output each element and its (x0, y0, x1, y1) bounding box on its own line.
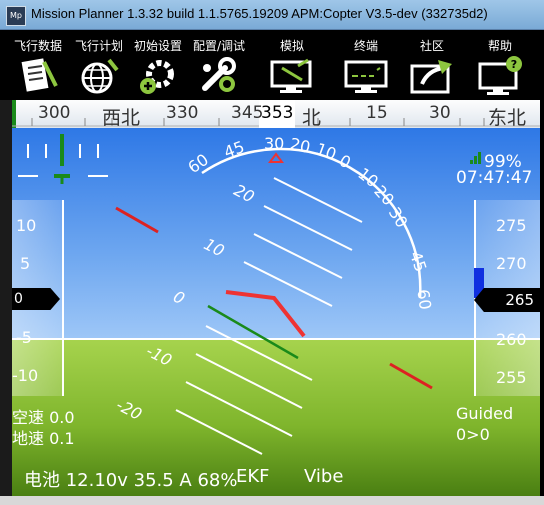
toolbar-flight-data-button[interactable]: 飞行数据 (8, 30, 68, 100)
toolbar-label: 帮助 (487, 39, 512, 53)
roll-label-60-right: 60 (413, 288, 436, 311)
toolbar-label: 初始设置 (133, 39, 182, 53)
flight-data-icon (21, 58, 58, 92)
toolbar-label: 终端 (353, 39, 378, 53)
speed-tape-label-minus-5: -5 (16, 328, 32, 347)
toolbar-terminal-button[interactable]: 终端 (336, 30, 396, 100)
toolbar-label: 飞行计划 (74, 39, 123, 53)
initial-setup-icon (140, 60, 174, 94)
battery-status: 电池 12.10v 35.5 A 68% (24, 470, 238, 491)
altitude-readout: 265 (474, 288, 540, 312)
toolbar-flight-plan-button[interactable]: 飞行计划 (70, 30, 128, 100)
heading-label-15: 15 (366, 103, 388, 123)
toolbar-community-button[interactable]: 社区 (402, 30, 462, 100)
hud-display: 20 10 0 -10 -20 60 45 30 20 10 0 10 20 3… (12, 128, 540, 496)
flight-plan-icon (81, 58, 119, 94)
heading-label-330: 330 (166, 103, 199, 123)
main-toolbar: 飞行数据 飞行计划 初始设置 配置/调试 模拟 终端 社区 帮助 ? (0, 30, 544, 100)
heading-tape: 300 西北 330 345 353 北 15 30 东北 (12, 100, 540, 128)
bottom-tab-strip (0, 496, 544, 505)
toolbar-label: 飞行数据 (13, 39, 62, 53)
toolbar-label: 配置/调试 (192, 39, 246, 53)
waypoint-info: 0>0 (456, 425, 490, 444)
toolbar-simulation-button[interactable]: 模拟 (262, 30, 322, 100)
toolbar-config-tuning-button[interactable]: 配置/调试 (188, 30, 250, 100)
speed-tape-label-10: 10 (16, 216, 37, 235)
app-logo-icon: Mp (6, 6, 26, 26)
terminal-icon (344, 60, 388, 93)
altitude-readout-value: 265 (505, 291, 534, 309)
ekf-status-button[interactable]: EKF (236, 466, 270, 487)
groundspeed-readout: 地速 0.1 (12, 429, 75, 448)
window-title: Mission Planner 1.3.32 build 1.1.5765.19… (31, 6, 488, 21)
current-heading-value: 353 (261, 103, 294, 123)
speed-readout: 0 (12, 288, 60, 310)
roll-label-30-left: 30 (264, 134, 285, 153)
heading-label-northeast: 东北 (488, 107, 527, 128)
svg-text:?: ? (511, 58, 517, 71)
window-left-edge (0, 100, 12, 496)
alt-tape-label-275: 275 (496, 216, 527, 235)
alt-tape-label-255: 255 (496, 368, 527, 387)
clock-time: 07:47:47 (456, 168, 533, 188)
roll-label-20-left: 20 (288, 134, 313, 157)
speed-tape-label-5: 5 (20, 254, 31, 273)
heading-label-345: 345 (231, 103, 264, 123)
community-icon (410, 60, 452, 94)
toolbar-help-button[interactable]: 帮助 ? (470, 30, 530, 100)
vibe-status-button[interactable]: Vibe (304, 466, 343, 487)
simulation-icon (270, 58, 312, 93)
toolbar-initial-setup-button[interactable]: 初始设置 (130, 30, 186, 100)
title-bar: Mp Mission Planner 1.3.32 build 1.1.5765… (0, 0, 544, 30)
config-tuning-icon (202, 57, 236, 92)
speed-tape-label-minus-10: -10 (12, 366, 39, 385)
alt-tape-label-260: 260 (496, 330, 527, 349)
heading-label-30: 30 (429, 103, 451, 123)
heading-label-300: 300 (38, 103, 71, 123)
alt-tape-label-270: 270 (496, 254, 527, 273)
speed-readout-value: 0 (14, 291, 23, 307)
toolbar-label: 社区 (419, 39, 444, 53)
heading-label-north: 北 (302, 107, 322, 128)
flight-mode: Guided (456, 404, 514, 423)
toolbar-label: 模拟 (279, 39, 304, 53)
heading-label-northwest: 西北 (102, 107, 141, 128)
help-icon: ? (478, 56, 522, 95)
